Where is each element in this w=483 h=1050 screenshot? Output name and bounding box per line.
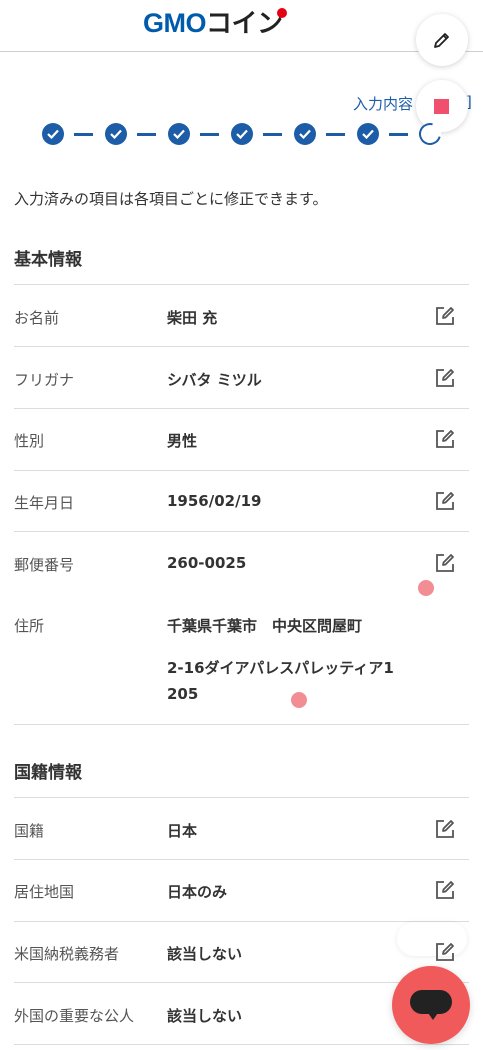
field-label-name: お名前 — [14, 309, 60, 327]
divider — [14, 346, 469, 347]
logo-text-gmo: GMO — [143, 8, 207, 38]
logo-dot — [276, 8, 287, 18]
step-complete — [168, 123, 190, 145]
chat-hint-bubble — [397, 922, 467, 956]
step-connector — [200, 133, 219, 136]
field-value-birthdate: 1956/02/19 — [167, 492, 262, 510]
check-icon — [236, 129, 248, 139]
logo-text-coin: コイン — [206, 8, 283, 38]
edit-icon[interactable] — [434, 305, 456, 327]
check-icon — [362, 129, 374, 139]
divider — [14, 921, 469, 922]
field-value-name: 柴田 充 — [167, 309, 218, 327]
edit-icon[interactable] — [434, 490, 456, 512]
field-value-address-line2: 2-16ダイアパレスパレッティア1 — [167, 659, 394, 677]
step-complete — [357, 123, 379, 145]
step-complete — [231, 123, 253, 145]
field-value-us-taxpayer: 該当しない — [167, 945, 243, 963]
field-value-nationality: 日本 — [167, 822, 198, 840]
step-complete — [294, 123, 316, 145]
divider — [14, 531, 469, 532]
field-label-postal-code: 郵便番号 — [14, 556, 75, 574]
pencil-icon — [434, 33, 449, 48]
edit-icon[interactable] — [434, 941, 456, 963]
field-value-gender: 男性 — [167, 432, 198, 450]
edit-icon[interactable] — [434, 552, 456, 574]
touch-indicator — [418, 580, 434, 596]
step-connector — [389, 133, 408, 136]
edit-icon[interactable] — [434, 879, 456, 901]
edit-icon[interactable] — [434, 367, 456, 389]
step-current — [414, 118, 446, 150]
step-indicator — [42, 118, 446, 150]
field-value-address-line3: 205 — [167, 685, 199, 703]
step-connector — [326, 133, 345, 136]
edit-icon[interactable] — [434, 428, 456, 450]
divider — [14, 284, 469, 285]
stop-icon — [434, 99, 449, 114]
step-complete — [42, 123, 64, 145]
step-connector — [74, 133, 93, 136]
field-label-residence-country: 居住地国 — [14, 883, 75, 901]
check-icon — [47, 129, 59, 139]
step-connector — [263, 133, 282, 136]
divider — [14, 408, 469, 409]
check-icon — [299, 129, 311, 139]
divider — [14, 724, 469, 725]
progress-label: 入力内容 — [353, 95, 414, 113]
divider — [14, 859, 469, 860]
section-title-nationality: 国籍情報 — [14, 763, 82, 783]
touch-indicator — [291, 692, 307, 708]
check-icon — [110, 129, 122, 139]
field-value-foreign-pep: 該当しない — [167, 1007, 243, 1025]
check-icon — [173, 129, 185, 139]
field-label-nationality: 国籍 — [14, 822, 45, 840]
app-header: GMOコイン — [0, 0, 483, 52]
field-value-postal-code: 260-0025 — [167, 554, 247, 572]
divider — [14, 470, 469, 471]
field-label-foreign-pep: 外国の重要な公人 — [14, 1007, 135, 1025]
field-label-address: 住所 — [14, 617, 45, 635]
edit-icon[interactable] — [434, 818, 456, 840]
step-complete — [105, 123, 127, 145]
field-value-residence-country: 日本のみ — [167, 883, 228, 901]
pencil-tool-button[interactable] — [416, 14, 468, 66]
step-connector — [137, 133, 156, 136]
chat-support-button[interactable] — [392, 966, 470, 1044]
section-title-basic-info: 基本情報 — [14, 250, 82, 270]
divider — [14, 1044, 469, 1045]
gmo-coin-logo[interactable]: GMOコイン — [143, 8, 287, 38]
field-label-us-taxpayer: 米国納税義務者 — [14, 945, 120, 963]
field-value-furigana: シバタ ミツル — [167, 371, 262, 389]
intro-text: 入力済みの項目は各項目ごとに修正できます。 — [14, 190, 328, 208]
field-label-furigana: フリガナ — [14, 371, 75, 389]
field-value-address-line1: 千葉県千葉市 中央区問屋町 — [167, 617, 363, 635]
field-label-gender: 性別 — [14, 432, 45, 450]
field-label-birthdate: 生年月日 — [14, 494, 75, 512]
chat-icon-tail — [426, 1010, 440, 1020]
divider — [14, 797, 469, 798]
